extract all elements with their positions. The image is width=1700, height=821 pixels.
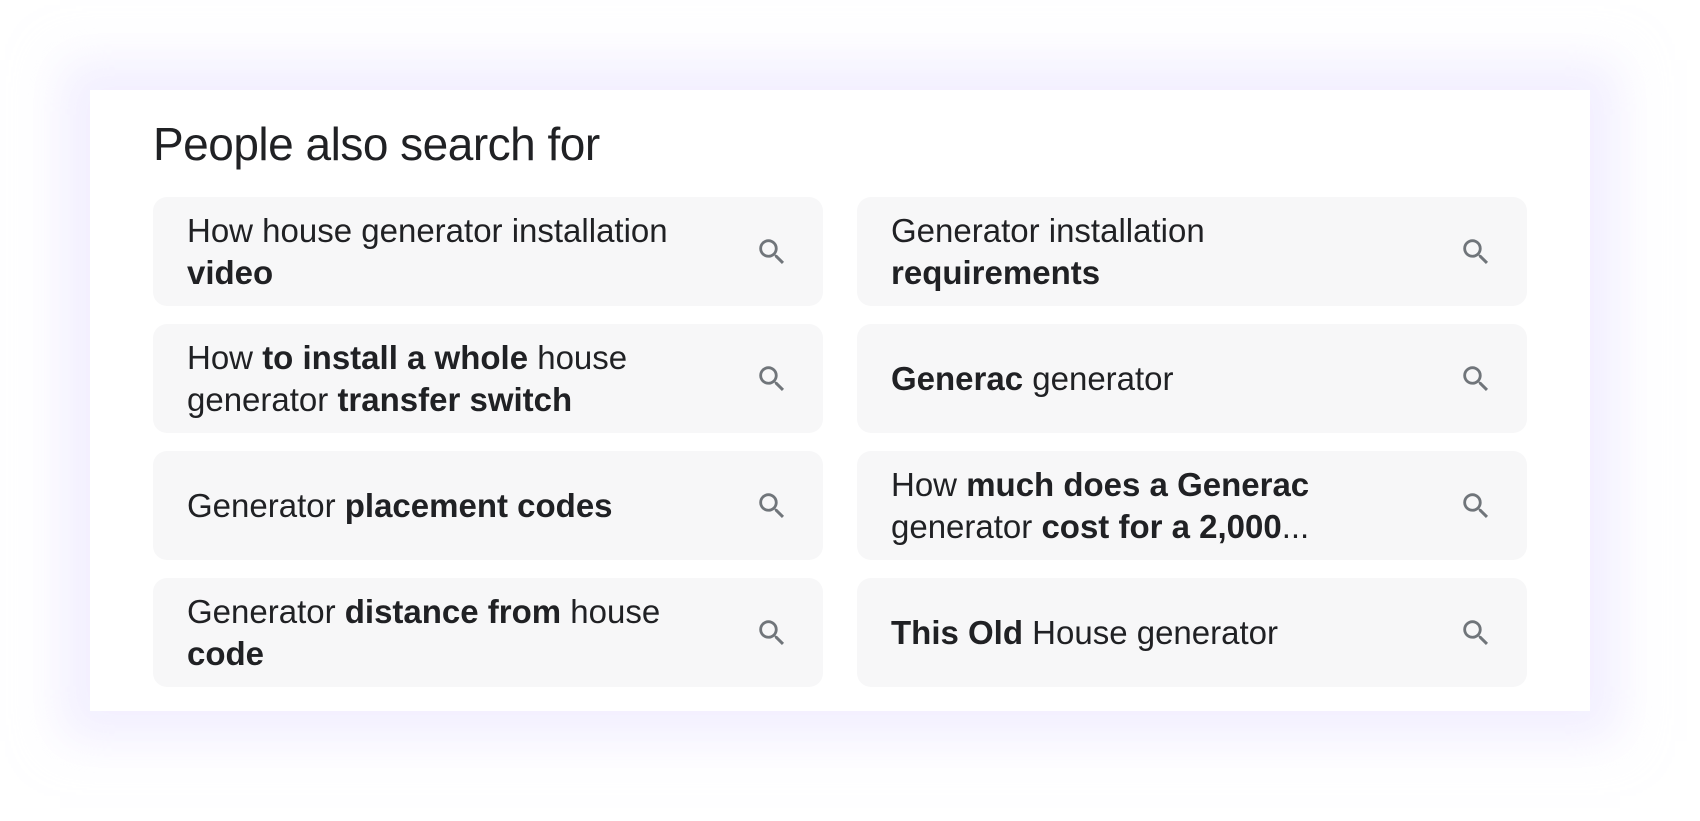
query-bold-segment: requirements <box>891 253 1101 291</box>
related-searches-grid: How house generator installation video Ge… <box>153 197 1527 687</box>
related-search-text: Generac generator <box>891 358 1174 400</box>
query-bold-segment: distance from <box>344 592 562 630</box>
query-bold-segment: cost for a 2,000 <box>1041 507 1282 545</box>
related-search-chip[interactable]: This Old House generator <box>857 578 1527 687</box>
related-search-text: How to install a whole house generator t… <box>187 337 707 421</box>
related-search-text: Generator distance from house code <box>187 591 707 675</box>
search-icon <box>759 619 785 645</box>
related-search-chip[interactable]: How to install a whole house generator t… <box>153 324 823 433</box>
query-segment: generator <box>891 507 1042 545</box>
search-icon <box>1463 365 1489 391</box>
search-icon <box>1463 619 1489 645</box>
related-search-chip[interactable]: Generator distance from house code <box>153 578 823 687</box>
query-bold-segment: much does a Generac <box>966 465 1310 503</box>
query-segment: generator <box>1023 359 1174 397</box>
query-segment: House generator <box>1023 613 1278 651</box>
query-segment: ... <box>1281 507 1310 545</box>
query-segment: house <box>561 592 661 630</box>
related-search-chip[interactable]: Generator installation requirements <box>857 197 1527 306</box>
query-segment: How <box>187 338 263 376</box>
query-bold-segment: placement codes <box>344 486 613 524</box>
related-searches-card: People also search for How house generat… <box>90 90 1590 711</box>
query-bold-segment: code <box>187 634 265 672</box>
query-segment: How <box>891 465 967 503</box>
related-search-text: Generator installation requirements <box>891 210 1411 294</box>
query-bold-segment: to install a whole <box>262 338 529 376</box>
related-search-chip[interactable]: How house generator installation video <box>153 197 823 306</box>
search-icon <box>1463 492 1489 518</box>
query-segment: Generator installation <box>891 211 1205 249</box>
query-bold-segment: video <box>187 253 274 291</box>
query-segment: Generator <box>187 486 345 524</box>
query-bold-segment: transfer switch <box>337 380 573 418</box>
search-icon <box>759 238 785 264</box>
query-segment: Generator <box>187 592 345 630</box>
related-search-text: This Old House generator <box>891 612 1278 654</box>
related-search-chip[interactable]: Generac generator <box>857 324 1527 433</box>
query-segment: How house generator installation <box>187 211 668 249</box>
related-search-text: How much does a Generac generator cost f… <box>891 464 1411 548</box>
related-search-text: How house generator installation video <box>187 210 707 294</box>
search-icon <box>759 365 785 391</box>
section-title: People also search for <box>153 118 600 170</box>
search-icon <box>1463 238 1489 264</box>
search-icon <box>759 492 785 518</box>
query-bold-segment: Generac <box>891 359 1024 397</box>
related-search-chip[interactable]: Generator placement codes <box>153 451 823 560</box>
related-search-chip[interactable]: How much does a Generac generator cost f… <box>857 451 1527 560</box>
related-search-text: Generator placement codes <box>187 485 613 527</box>
query-bold-segment: This Old <box>891 613 1023 651</box>
